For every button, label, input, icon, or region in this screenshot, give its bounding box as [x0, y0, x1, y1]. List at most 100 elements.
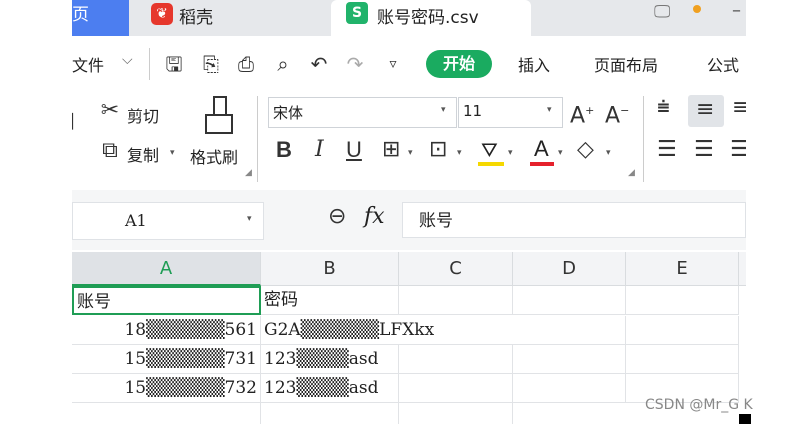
cell-reference: A1 [125, 211, 147, 230]
cell-c5[interactable] [399, 403, 513, 424]
column-header-b[interactable]: B [261, 252, 399, 286]
cell-d4[interactable] [513, 374, 626, 403]
cell-a2[interactable]: 18▒▒▒▒▒▒561 [72, 316, 261, 345]
align-center-icon[interactable]: ☰ [694, 137, 714, 163]
chevron-down-icon: ▾ [441, 105, 446, 115]
print-icon[interactable]: ⎙ [235, 52, 257, 76]
cell-d2[interactable] [513, 316, 626, 345]
tab-file-csv[interactable]: S 账号密码.csv [331, 0, 531, 36]
cell-e3[interactable] [626, 345, 739, 374]
tab-file-label: 账号密码.csv [377, 8, 479, 28]
font-size-select[interactable]: 11 ▾ [458, 97, 563, 128]
format-painter-button[interactable]: 格式刷 [190, 144, 238, 168]
eraser-icon[interactable]: ◇ [577, 137, 594, 163]
cell-b3[interactable]: 123▒▒▒▒asd [261, 345, 399, 374]
formula-input[interactable]: 账号 [402, 202, 746, 238]
watermark-text: CSDN @Mr_G K [645, 397, 753, 413]
chevron-down-icon: ▾ [547, 105, 552, 115]
font-color-icon[interactable]: A [530, 136, 554, 168]
copy-dropdown-icon[interactable]: ▾ [170, 148, 175, 158]
menu-start[interactable]: 开始 [426, 50, 492, 78]
menu-formula[interactable]: 公式 [707, 52, 739, 76]
fx-icon[interactable]: fx [364, 204, 385, 229]
cursor-marker [739, 414, 751, 424]
chevron-down-icon[interactable]: ⌵ [122, 52, 133, 68]
cell-b5[interactable] [261, 403, 399, 424]
cell-d1[interactable] [513, 286, 626, 315]
cell-c1[interactable] [399, 286, 513, 315]
daoke-logo-icon: ❦ [151, 3, 173, 25]
spreadsheet-window: 页 ❦ 稻壳 S 账号密码.csv 🖵 – 文件 ⌵ 🖫 ⎘ ⎙ ⌕ ↶ ↷ ▿… [72, 0, 746, 424]
paste-icon[interactable]: ▯ [72, 108, 76, 134]
menu-file[interactable]: 文件 [72, 52, 104, 76]
align-middle-button[interactable]: ≡ [688, 95, 724, 127]
status-dot-icon [693, 5, 701, 13]
cut-button[interactable]: 剪切 [127, 103, 159, 127]
print-preview-icon[interactable]: ⌕ [272, 52, 294, 76]
font-name-select[interactable]: 宋体 ▾ [268, 97, 457, 128]
align-left-icon[interactable]: ☰ [657, 137, 677, 163]
divider [643, 96, 644, 182]
cell-a4[interactable]: 15▒▒▒▒▒▒732 [72, 374, 261, 403]
cell-b1[interactable]: 密码 [261, 286, 399, 315]
fill-color-icon[interactable]: ⛛ [478, 138, 504, 168]
chevron-down-icon[interactable]: ▾ [457, 148, 462, 158]
cell-c3[interactable] [399, 345, 513, 374]
cell-e1[interactable] [626, 286, 739, 315]
scissors-icon[interactable]: ✂ [96, 98, 124, 124]
font-name-value: 宋体 [273, 104, 304, 122]
more-dropdown-icon[interactable]: ▿ [382, 52, 404, 76]
divider [257, 96, 258, 182]
align-bottom-icon[interactable]: ≡ [732, 95, 746, 121]
increase-font-icon[interactable]: A+ [570, 98, 594, 129]
bold-icon[interactable]: B [276, 137, 292, 163]
name-box[interactable]: A1 ▾ [72, 202, 264, 240]
copy-icon[interactable]: ⧉ [96, 138, 124, 164]
cell-a5[interactable] [72, 403, 261, 424]
tab-daoke-label: 稻壳 [179, 8, 213, 28]
redo-icon[interactable]: ↷ [344, 52, 366, 76]
chevron-down-icon[interactable]: ▾ [606, 148, 611, 158]
zoom-search-icon[interactable]: ⊖ [328, 204, 346, 229]
cell-c4[interactable] [399, 374, 513, 403]
chevron-down-icon: ▾ [247, 214, 252, 224]
cell-d3[interactable] [513, 345, 626, 374]
minimize-icon[interactable]: – [732, 0, 741, 21]
chevron-down-icon[interactable]: ▾ [558, 148, 563, 158]
decrease-font-icon[interactable]: A− [605, 98, 629, 129]
launcher-icon[interactable]: ◢ [245, 168, 252, 178]
align-middle-icon: ≡ [696, 97, 715, 122]
align-top-icon[interactable]: ⩧ [657, 95, 670, 121]
tab-daoke[interactable]: ❦ 稻壳 [129, 0, 331, 36]
cell-e2[interactable] [626, 316, 739, 345]
undo-icon[interactable]: ↶ [308, 52, 330, 76]
cell-a3[interactable]: 15▒▒▒▒▒▒731 [72, 345, 261, 374]
italic-icon[interactable]: I [315, 137, 324, 163]
divider [149, 48, 150, 80]
spreadsheet-logo-icon: S [346, 2, 368, 24]
align-right-icon[interactable]: ☰ [730, 137, 746, 163]
menu-page-layout[interactable]: 页面布局 [594, 52, 658, 76]
column-header-c[interactable]: C [399, 252, 513, 286]
cell-b4[interactable]: 123▒▒▒▒asd [261, 374, 399, 403]
format-painter-icon[interactable] [203, 96, 233, 136]
column-header-e[interactable]: E [626, 252, 739, 286]
tab-home-label: 页 [72, 5, 89, 25]
cell-style-icon[interactable]: ⊡ [429, 137, 447, 163]
export-icon[interactable]: ⎘ [200, 52, 222, 76]
underline-icon[interactable]: U [346, 137, 362, 163]
copy-button[interactable]: 复制 [127, 142, 159, 166]
column-header-d[interactable]: D [513, 252, 626, 286]
cell-b2[interactable]: G2A▒▒▒▒▒▒LFXkx [261, 316, 513, 345]
column-header-f[interactable] [739, 252, 746, 286]
save-icon[interactable]: 🖫 [163, 52, 185, 76]
launcher-icon[interactable]: ◢ [628, 168, 635, 178]
monitor-icon[interactable]: 🖵 [654, 2, 670, 22]
column-header-a[interactable]: A [72, 252, 261, 286]
chevron-down-icon[interactable]: ▾ [408, 148, 413, 158]
border-icon[interactable]: ⊞ [382, 137, 400, 163]
cell-a1[interactable]: 账号 [72, 286, 261, 315]
menu-insert[interactable]: 插入 [518, 52, 550, 76]
chevron-down-icon[interactable]: ▾ [508, 148, 513, 158]
tab-home[interactable]: 页 [72, 0, 129, 36]
